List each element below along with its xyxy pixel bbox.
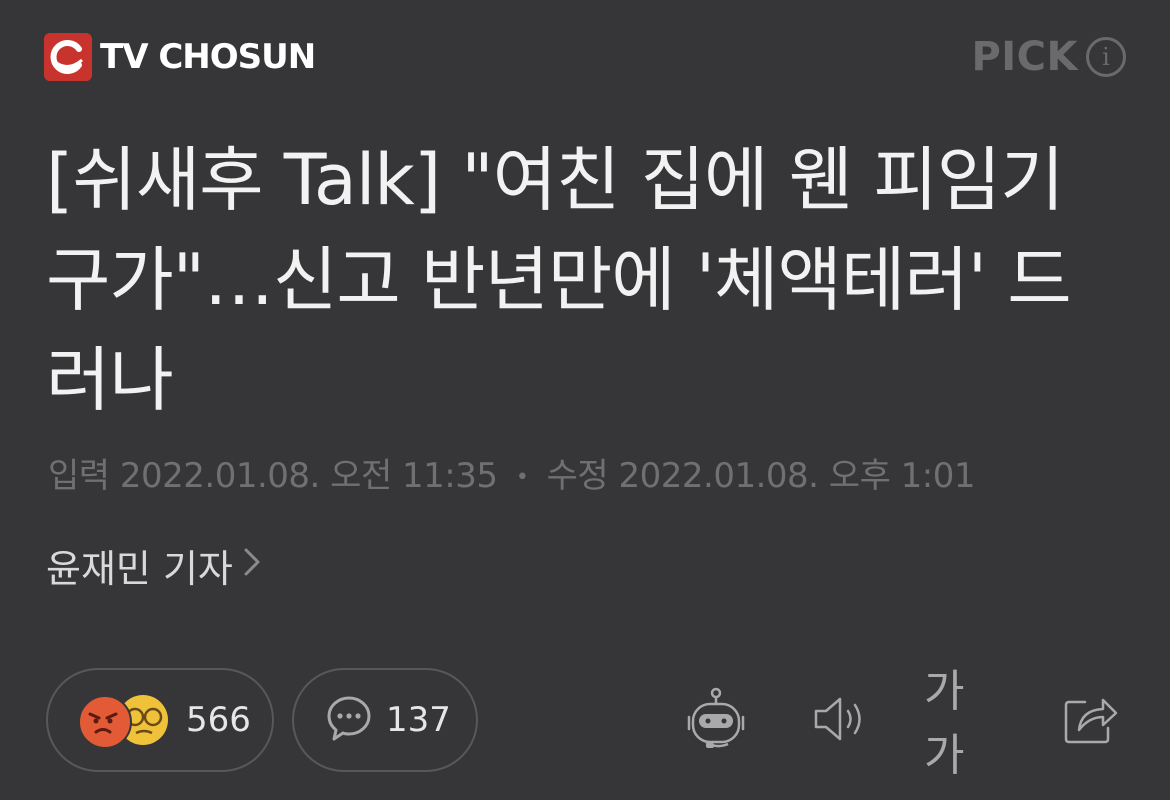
angry-emoji-icon	[78, 695, 132, 749]
meta-separator: •	[515, 465, 529, 490]
reporter-link[interactable]: 윤재민 기자	[46, 538, 261, 593]
reaction-button[interactable]: 566	[46, 668, 274, 772]
info-icon[interactable]: i	[1086, 37, 1126, 77]
brand-name: TV CHOSUN	[100, 37, 316, 77]
share-icon[interactable]	[1058, 686, 1122, 752]
speaker-icon[interactable]	[808, 686, 872, 752]
chevron-right-icon	[243, 546, 261, 586]
comment-icon	[324, 693, 374, 747]
reaction-emojis	[78, 693, 174, 749]
pick-label: PICK	[971, 34, 1078, 80]
robot-icon[interactable]	[684, 686, 748, 752]
article-page: TV CHOSUN PICK i [쉬새후 Talk] "여친 집에 웬 피임기…	[0, 0, 1170, 800]
modified-time: 2022.01.08. 오후 1:01	[618, 456, 976, 496]
published-label: 입력	[48, 456, 110, 496]
modified-label: 수정	[546, 456, 609, 496]
article-headline: [쉬새후 Talk] "여친 집에 웬 피임기구가"…신고 반년만에 '체액테러…	[46, 139, 1072, 421]
tv-chosun-logo-icon	[44, 33, 92, 81]
article-meta: 입력 2022.01.08. 오전 11:35 • 수정 2022.01.08.…	[48, 448, 976, 497]
reporter-name: 윤재민 기자	[46, 547, 233, 591]
comment-count: 137	[386, 700, 451, 740]
pick-area[interactable]: PICK i	[971, 34, 1126, 80]
font-size-button[interactable]: 가가	[924, 666, 1000, 781]
reaction-count: 566	[186, 700, 251, 740]
brand-logo[interactable]: TV CHOSUN	[44, 33, 316, 81]
published-time: 2022.01.08. 오전 11:35	[119, 456, 498, 496]
comment-button[interactable]: 137	[292, 668, 478, 772]
